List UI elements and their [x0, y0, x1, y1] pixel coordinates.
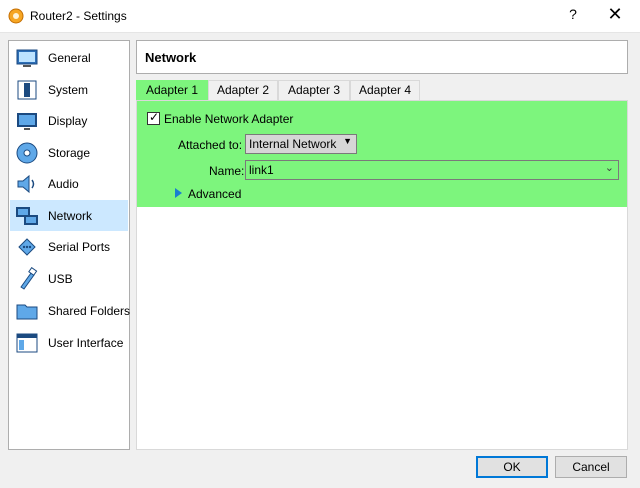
adapter-settings-group: ✓ Enable Network Adapter Attached to: In… [137, 101, 627, 207]
general-icon [16, 49, 38, 67]
close-button[interactable]: ✕ [606, 4, 624, 25]
dropdown-arrow-icon: ▼ [343, 136, 352, 146]
page-title: Network [145, 50, 197, 65]
attached-to-select[interactable]: Internal Network ▼ [245, 134, 357, 154]
tab-adapter-1[interactable]: Adapter 1 [136, 80, 208, 102]
section-header: Network [136, 40, 628, 74]
title-bar: Router2 - Settings ? ✕ [0, 0, 640, 33]
enable-adapter-checkbox[interactable]: ✓ [147, 110, 160, 125]
sidebar-item-usb[interactable]: USB [10, 263, 128, 294]
display-icon [17, 112, 37, 130]
ok-button[interactable]: OK [476, 456, 548, 478]
sidebar-item-storage[interactable]: Storage [10, 137, 128, 168]
storage-icon [16, 142, 38, 163]
sidebar-item-audio[interactable]: Audio [10, 168, 128, 199]
help-button[interactable]: ? [565, 6, 581, 22]
sidebar-item-display[interactable]: Display [10, 105, 128, 136]
usb-icon [20, 266, 38, 290]
tab-adapter-3[interactable]: Adapter 3 [278, 80, 350, 100]
sidebar-item-system[interactable]: System [10, 74, 128, 105]
attached-to-value: Internal Network [249, 137, 337, 151]
audio-icon [17, 174, 35, 193]
sidebar-item-general[interactable]: General [10, 42, 128, 73]
serial-ports-icon [18, 237, 36, 256]
name-combobox[interactable]: link1 ⌄ [245, 160, 619, 180]
checkmark-icon: ✓ [149, 110, 160, 124]
tab-adapter-4[interactable]: Adapter 4 [350, 80, 420, 100]
name-value: link1 [249, 163, 274, 177]
enable-adapter-label: Enable Network Adapter [164, 112, 294, 126]
network-icon [16, 206, 38, 225]
shared-folders-icon [16, 304, 38, 319]
chevron-down-icon: ⌄ [604, 162, 614, 174]
attached-to-label: Attached to: [178, 138, 243, 152]
sidebar-item-network[interactable]: Network [10, 200, 128, 231]
cancel-button[interactable]: Cancel [555, 456, 627, 478]
tab-adapter-2[interactable]: Adapter 2 [208, 80, 278, 100]
advanced-toggle[interactable]: Advanced [188, 187, 241, 201]
sidebar-item-serial-ports[interactable]: Serial Ports [10, 231, 128, 262]
user-interface-icon [16, 333, 38, 352]
window-title: Router2 - Settings [30, 9, 127, 23]
sidebar-item-shared-folders[interactable]: Shared Folders [10, 295, 130, 326]
virtualbox-app-icon [8, 8, 24, 24]
expand-arrow-icon[interactable] [175, 188, 182, 198]
adapter-panel: ✓ Enable Network Adapter Attached to: In… [136, 100, 628, 450]
name-label: Name: [209, 164, 245, 178]
system-icon [17, 80, 37, 99]
sidebar-item-user-interface[interactable]: User Interface [10, 327, 128, 358]
settings-sidebar: General System Display Storage Audio Net… [8, 40, 130, 450]
